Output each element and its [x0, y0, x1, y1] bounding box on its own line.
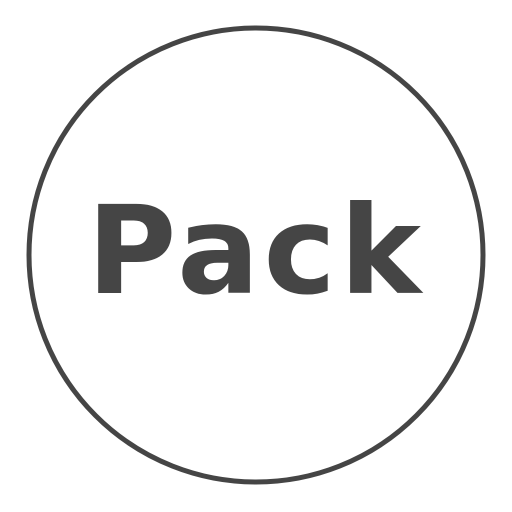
pack-label: Pack: [87, 180, 425, 322]
pack-icon: Pack: [0, 0, 512, 512]
